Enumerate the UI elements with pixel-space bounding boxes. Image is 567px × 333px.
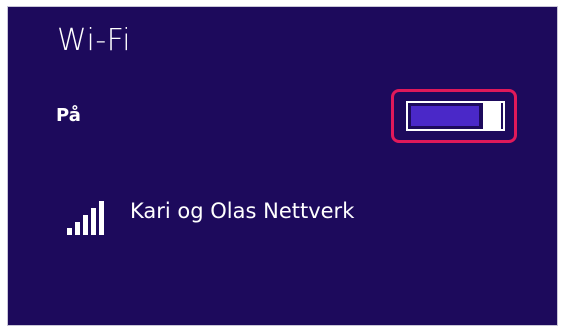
wifi-toggle-switch[interactable]	[406, 101, 505, 131]
panel-title: Wi-Fi	[57, 23, 132, 58]
toggle-thumb[interactable]	[483, 103, 501, 129]
toggle-track	[411, 106, 479, 126]
network-name: Kari og Olas Nettverk	[130, 199, 355, 223]
wifi-state-label: På	[56, 105, 81, 126]
network-item[interactable]: Kari og Olas Nettverk	[64, 191, 404, 241]
wifi-settings-panel: Wi-Fi På Kari og Olas Nettverk	[7, 6, 558, 326]
wifi-signal-icon	[67, 201, 107, 235]
